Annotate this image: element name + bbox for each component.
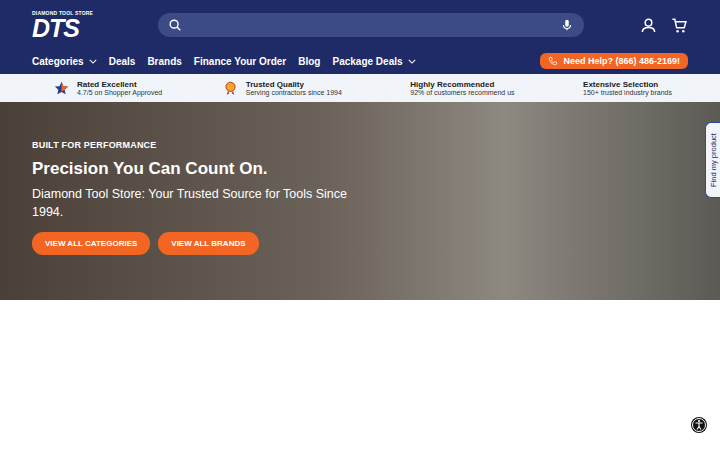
- hero-button[interactable]: VIEW ALL BRANDS: [158, 232, 258, 255]
- nav-item[interactable]: Package Deals: [332, 56, 415, 67]
- nav-item[interactable]: Categories: [32, 56, 97, 67]
- hero-subtitle: Diamond Tool Store: Your Trusted Source …: [32, 185, 362, 221]
- header: DIAMOND TOOL STOREDTS Categories Deals Br…: [0, 0, 720, 74]
- help-button[interactable]: Need Help? (866) 486-2169!: [540, 53, 688, 69]
- search-bar[interactable]: [158, 13, 584, 37]
- search-input[interactable]: [190, 17, 552, 34]
- hero-title: Precision You Can Count On.: [32, 159, 362, 179]
- main-nav: Categories Deals Brands Finance Your Ord…: [32, 56, 416, 67]
- hero-button[interactable]: VIEW ALL CATEGORIES: [32, 232, 150, 255]
- cart-icon[interactable]: [671, 17, 688, 34]
- trust-item: Extensive Selection150+ trusted industry…: [575, 80, 672, 96]
- logo-mark: DTS: [32, 16, 79, 41]
- trust-item: Trusted QualityServing contractors since…: [223, 80, 342, 96]
- accessibility-icon: [690, 416, 708, 434]
- award-icon: [223, 81, 238, 96]
- find-product-tab[interactable]: Find my product: [705, 122, 720, 198]
- chevron-down-icon: [89, 59, 97, 64]
- nav-item[interactable]: Finance Your Order: [194, 56, 286, 67]
- microphone-icon[interactable]: [560, 18, 574, 32]
- trust-item: Rated Excellent4.7/5 on Shopper Approved: [54, 80, 162, 96]
- star-icon: [54, 81, 69, 96]
- search-icon: [168, 18, 182, 32]
- nav-item[interactable]: Deals: [109, 56, 136, 67]
- logo[interactable]: DIAMOND TOOL STOREDTS: [32, 10, 102, 41]
- page: DIAMOND TOOL STOREDTS Categories Deals Br…: [0, 0, 720, 450]
- accessibility-button[interactable]: [690, 416, 708, 434]
- hero-eyebrow: BUILT FOR PERFORMANCE: [32, 140, 362, 150]
- account-icon[interactable]: [640, 17, 657, 34]
- nav-item[interactable]: Blog: [298, 56, 320, 67]
- trust-item: Highly Recommended92% of customers recom…: [402, 80, 514, 96]
- chevron-down-icon: [408, 59, 416, 64]
- trust-strip: Rated Excellent4.7/5 on Shopper Approved…: [0, 74, 720, 102]
- hero-banner: BUILT FOR PERFORMANCE Precision You Can C…: [0, 102, 720, 300]
- phone-icon: [548, 56, 558, 66]
- nav-item[interactable]: Brands: [147, 56, 181, 67]
